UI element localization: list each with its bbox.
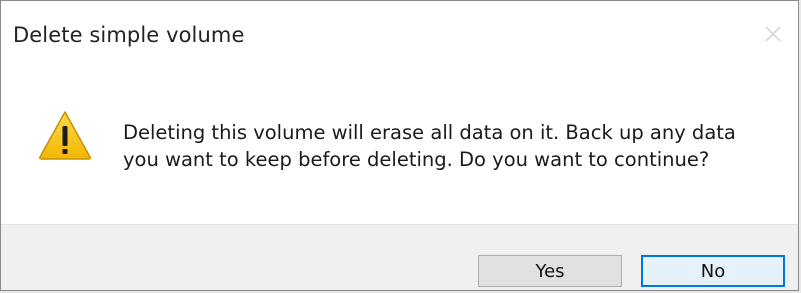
close-icon[interactable] (764, 25, 782, 43)
button-bar: Yes No (1, 224, 798, 290)
dialog-message: Deleting this volume will erase all data… (123, 119, 783, 173)
yes-button[interactable]: Yes (478, 255, 622, 287)
message-line: Deleting this volume will erase all data… (123, 121, 736, 144)
message-line: you want to keep before deleting. Do you… (123, 148, 710, 171)
dialog-title: Delete simple volume (13, 23, 245, 47)
delete-volume-dialog: Delete simple volume Deleting this volum… (0, 0, 799, 291)
dialog-body: Deleting this volume will erase all data… (1, 69, 798, 224)
warning-icon (37, 109, 93, 161)
no-button[interactable]: No (641, 255, 785, 287)
title-bar: Delete simple volume (1, 1, 798, 69)
